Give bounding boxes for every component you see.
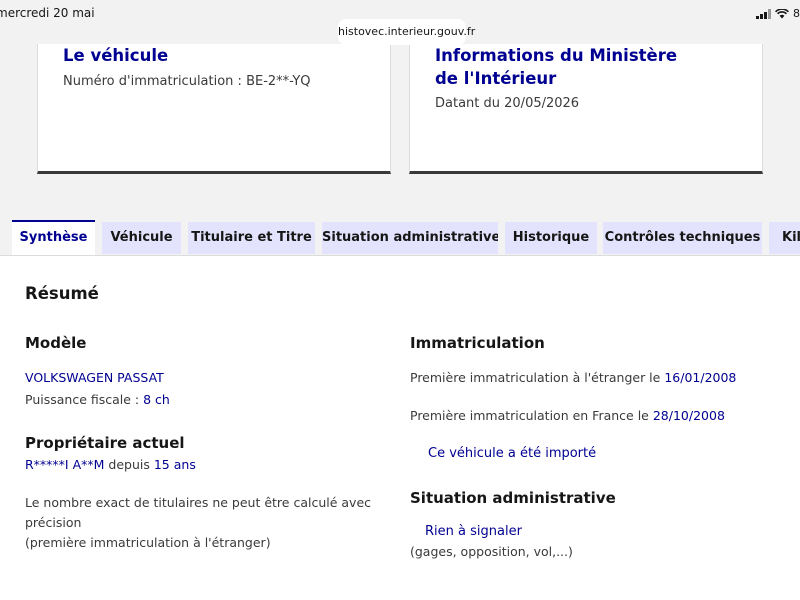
owner-since-value: 15 ans — [153, 457, 196, 472]
foreign-registration-label: Première immatriculation à l'étranger le — [410, 370, 665, 385]
status-date: mercredi 20 mai — [0, 6, 95, 20]
tab-controles-techniques[interactable]: Contrôles techniques — [603, 222, 762, 254]
cellular-signal-icon — [756, 8, 771, 19]
owner-since-label: depuis — [104, 457, 154, 472]
battery-percent: 8 — [793, 7, 800, 20]
date-label: Datant du — [435, 96, 505, 111]
vehicle-card-title: Le véhicule — [63, 46, 169, 65]
admin-situation-heading: Situation administrative — [410, 489, 616, 507]
model-heading: Modèle — [25, 334, 87, 352]
owner-note-line: (première immatriculation à l'étranger) — [25, 535, 271, 550]
owner-heading: Propriétaire actuel — [25, 434, 185, 452]
tab-synthese[interactable]: Synthèse — [12, 220, 95, 256]
france-registration-date: 28/10/2008 — [652, 408, 725, 423]
france-registration-label: Première immatriculation en France le — [410, 408, 653, 423]
admin-status-detail: (gages, opposition, vol,...) — [410, 544, 573, 559]
resume-heading: Résumé — [25, 284, 99, 303]
owner-line: R*****I A**M depuis 15 ans — [25, 457, 196, 472]
tab-historique[interactable]: Historique — [505, 222, 597, 254]
fiscal-power-value: 8 ch — [143, 392, 170, 407]
tab-vehicule[interactable]: Véhicule — [102, 222, 181, 254]
ministry-card: Informations du Ministère de l'Intérieur… — [409, 44, 763, 174]
tab-titulaire-titre[interactable]: Titulaire et Titre — [188, 222, 315, 254]
synthese-panel: Résumé Modèle VOLKSWAGEN PASSAT Puissanc… — [0, 255, 800, 600]
ministry-date: Datant du 20/05/2026 — [435, 96, 579, 111]
model-name: VOLKSWAGEN PASSAT — [25, 370, 164, 385]
tab-bar: Synthèse Véhicule Titulaire et Titre Sit… — [0, 220, 800, 256]
foreign-registration: Première immatriculation à l'étranger le… — [410, 370, 736, 385]
ministry-card-title: Informations du Ministère de l'Intérieur — [435, 46, 678, 88]
status-indicators: 8 — [756, 7, 800, 20]
owner-note-line: Le nombre exact de titulaires ne peut êt… — [25, 495, 372, 510]
date-value: 20/05/2026 — [504, 96, 580, 111]
owner-name: R*****I A**M — [25, 457, 105, 472]
address-bar-url[interactable]: histovec.interieur.gouv.fr — [338, 19, 475, 45]
owner-note-line: précision — [25, 515, 82, 530]
owner-count-note: Le nombre exact de titulaires ne peut êt… — [25, 493, 395, 553]
france-registration: Première immatriculation en France le 28… — [410, 408, 725, 423]
fiscal-power-label: Puissance fiscale : — [25, 392, 144, 407]
vehicle-card: Le véhicule Numéro d'immatriculation : B… — [37, 44, 391, 174]
fiscal-power: Puissance fiscale : 8 ch — [25, 392, 170, 407]
plate-number: Numéro d'immatriculation : BE-2**-YQ — [63, 74, 311, 89]
tab-situation-administrative[interactable]: Situation administrative — [322, 222, 498, 254]
registration-heading: Immatriculation — [410, 334, 545, 352]
imported-vehicle-link[interactable]: Ce véhicule a été importé — [428, 446, 596, 461]
foreign-registration-date: 16/01/2008 — [664, 370, 737, 385]
tab-kilometrage[interactable]: Kilo — [769, 222, 800, 254]
wifi-icon — [775, 8, 789, 19]
admin-status-link[interactable]: Rien à signaler — [425, 524, 522, 539]
plate-label: Numéro d'immatriculation : — [63, 74, 247, 89]
plate-value: BE-2**-YQ — [246, 74, 311, 89]
